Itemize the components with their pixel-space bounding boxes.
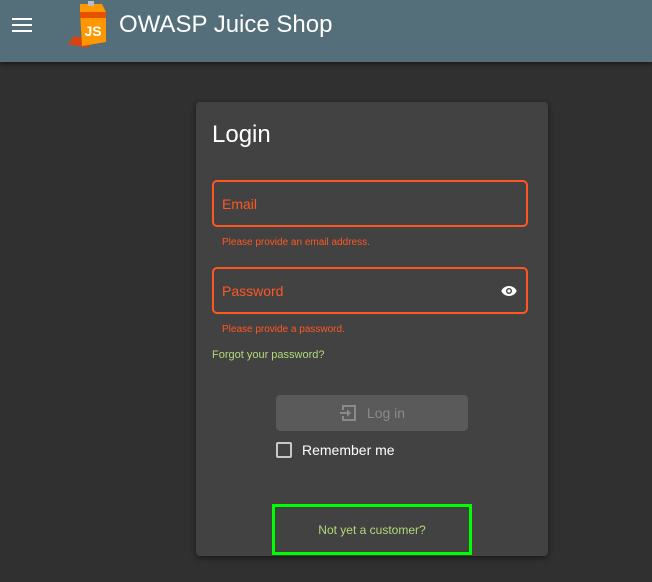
hamburger-menu-icon [12, 18, 32, 32]
password-input[interactable] [222, 277, 486, 307]
email-field[interactable]: Email [212, 180, 528, 227]
login-icon [339, 405, 356, 421]
login-button-label: Log in [366, 405, 406, 421]
email-error: Please provide an email address. [222, 237, 370, 248]
remember-me-label: Remember me [302, 442, 395, 458]
register-link[interactable]: Not yet a customer? [272, 504, 472, 555]
eye-icon [501, 286, 517, 296]
logo-text: JS [84, 23, 101, 39]
register-link-label: Not yet a customer? [318, 522, 426, 537]
login-title: Login [212, 121, 271, 148]
email-input[interactable] [222, 190, 486, 220]
app-title[interactable]: OWASP Juice Shop [119, 10, 332, 40]
login-card: Login Email Please provide an email addr… [196, 102, 548, 556]
top-toolbar: JS OWASP Juice Shop [0, 0, 652, 62]
password-error: Please provide a password. [222, 324, 345, 335]
menu-button[interactable] [8, 11, 36, 39]
checkbox-box[interactable] [276, 442, 292, 458]
forgot-password-link[interactable]: Forgot your password? [212, 349, 325, 362]
remember-me-checkbox[interactable]: Remember me [276, 440, 395, 460]
juice-shop-logo[interactable]: JS [62, 0, 114, 52]
login-button[interactable]: Log in [276, 395, 468, 431]
toggle-password-visibility-button[interactable] [498, 281, 520, 301]
password-field[interactable]: Password [212, 267, 528, 314]
